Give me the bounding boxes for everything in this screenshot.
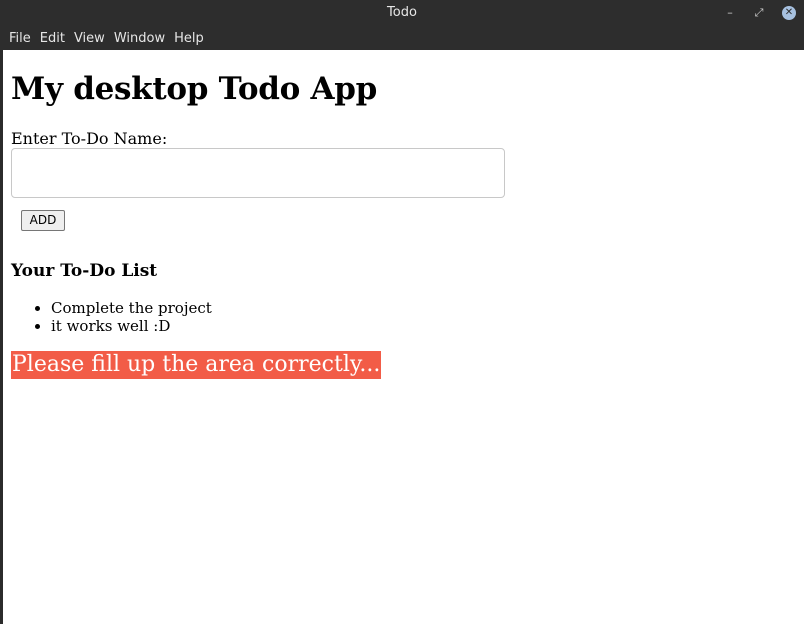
page-title: My desktop Todo App (11, 71, 377, 107)
close-icon: ✕ (782, 6, 796, 20)
todo-list-heading: Your To-Do List (11, 261, 158, 281)
window-title: Todo (387, 5, 417, 20)
close-button[interactable]: ✕ (781, 5, 797, 21)
menu-bar: File Edit View Window Help (0, 26, 804, 50)
menu-file[interactable]: File (9, 31, 31, 46)
menu-edit[interactable]: Edit (40, 31, 65, 46)
minimize-icon[interactable]: – (722, 5, 738, 21)
todo-name-input[interactable] (11, 148, 505, 198)
menu-view[interactable]: View (74, 31, 105, 46)
app-content: My desktop Todo App Enter To-Do Name: AD… (3, 50, 804, 624)
error-message: Please fill up the area correctly... (11, 351, 382, 379)
todo-list: Complete the project it works well :D (11, 299, 212, 335)
todo-name-label: Enter To-Do Name: (11, 129, 168, 148)
add-button[interactable]: ADD (21, 210, 65, 231)
menu-help[interactable]: Help (174, 31, 204, 46)
maximize-icon[interactable]: ⤢ (751, 5, 767, 21)
list-item: Complete the project (51, 299, 212, 317)
list-item: it works well :D (51, 317, 212, 335)
window-titlebar: Todo – ⤢ ✕ (0, 0, 804, 26)
menu-window[interactable]: Window (114, 31, 165, 46)
